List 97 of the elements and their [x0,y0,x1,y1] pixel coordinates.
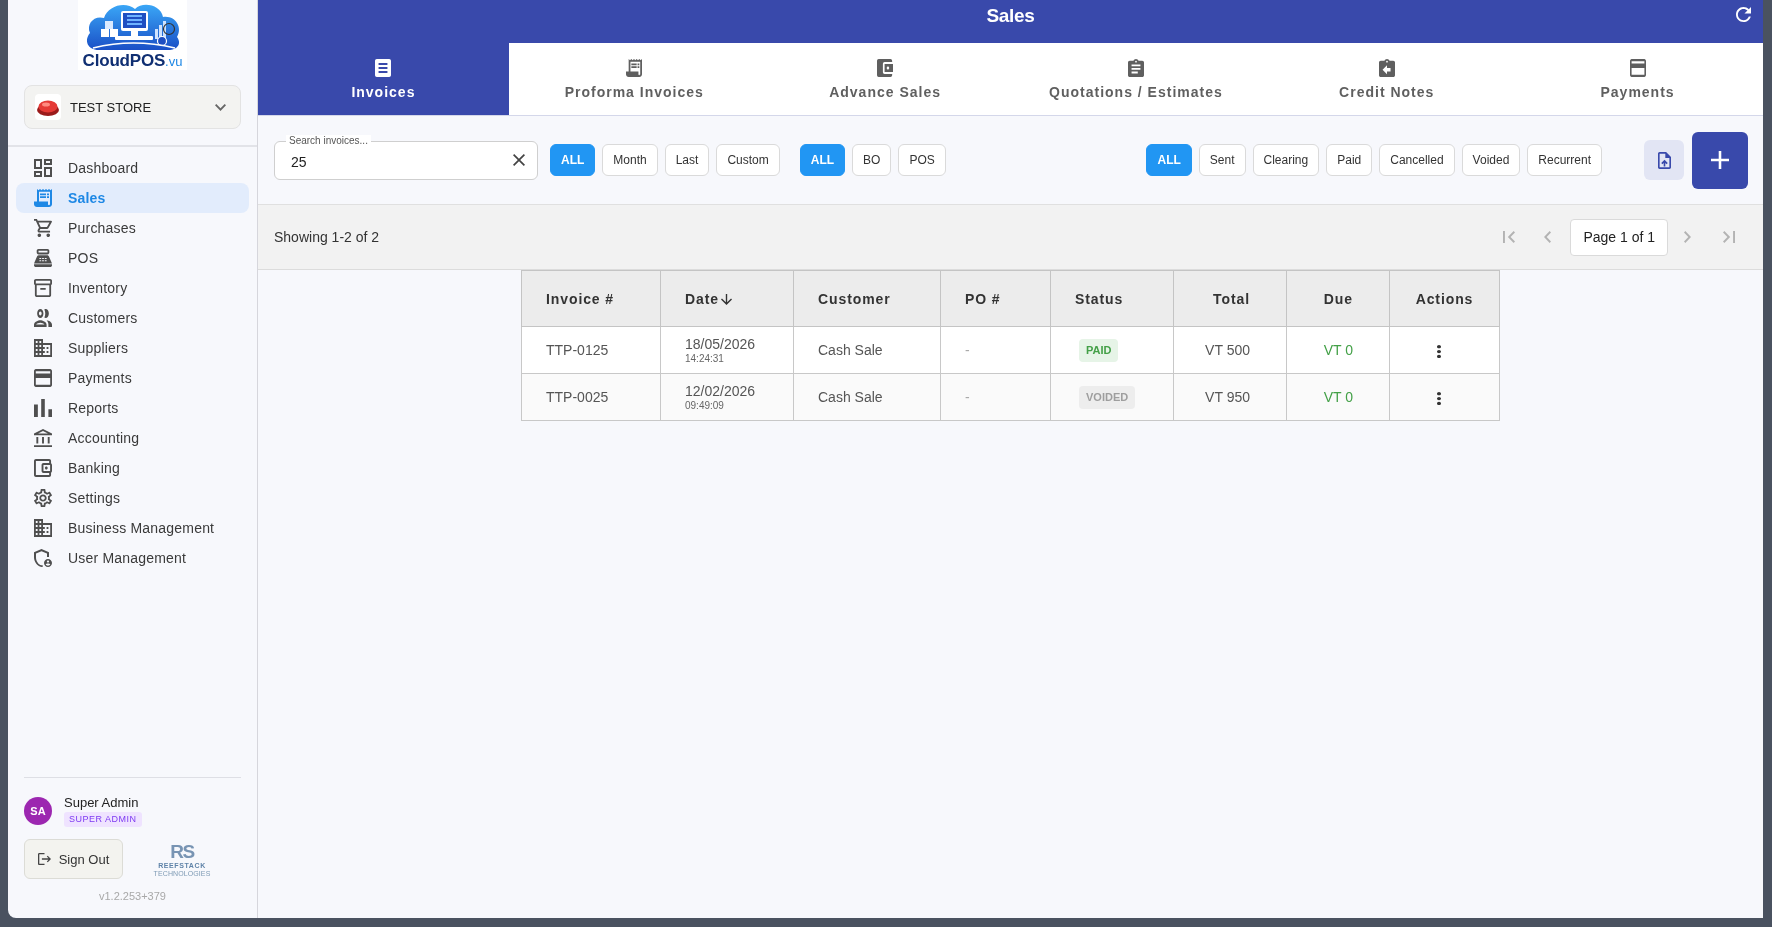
sidebar-item[interactable]: Banking [16,453,249,483]
sidebar-item[interactable]: Purchases [16,213,249,243]
add-button[interactable] [1692,131,1748,189]
building-icon [34,519,52,537]
filter-chip[interactable]: Paid [1326,144,1373,176]
plus-icon [1711,151,1729,169]
filter-chip[interactable]: Cancelled [1379,144,1455,176]
user-avatar: SA [24,797,52,825]
table-cell: TTP-0025 [521,373,661,421]
credit-card-icon [1629,59,1646,77]
filter-chip[interactable]: BO [852,144,892,176]
settings-icon [34,489,52,507]
receipt-icon [34,189,52,207]
tab[interactable]: Invoices [258,43,509,115]
receipt-icon [626,59,643,77]
results-summary: Showing 1-2 of 2 [274,229,380,245]
sidebar-item[interactable]: Settings [16,483,249,513]
table-cell: VT 0 [1286,373,1390,421]
filter-chip[interactable]: Last [664,144,710,176]
sidebar-item[interactable]: User Management [16,543,249,573]
sign-out-button[interactable]: Sign Out [24,839,123,879]
logo-text: CloudPOS.vu [82,52,183,70]
filter-chip[interactable]: POS [898,144,946,176]
filter-chip[interactable]: Custom [716,144,780,176]
logo-monogram: RS [170,841,194,861]
user-name: Super Admin [64,795,139,811]
column-header[interactable]: Customer [793,270,941,327]
table-cell: Cash Sale [793,373,941,421]
column-header[interactable]: Actions [1389,270,1500,327]
shield-user-icon [34,549,52,567]
sidebar-item[interactable]: POS [16,243,249,273]
building-icon [34,339,52,357]
column-header[interactable]: PO # [940,270,1051,327]
table-cell: TTP-0125 [521,326,661,374]
sidebar-item[interactable]: Customers [16,303,249,333]
document-icon [375,59,392,77]
filter-chip[interactable]: Clearing [1252,144,1320,176]
table-cell: Cash Sale [793,326,941,374]
column-header[interactable]: Invoice # [521,270,661,327]
wallet-icon [34,459,52,477]
sidebar-item[interactable]: Suppliers [16,333,249,363]
sidebar-item[interactable]: Reports [16,393,249,423]
table-cell: VT 500 [1173,326,1287,374]
archive-box-icon [34,279,52,297]
chevron-down-icon [215,103,226,111]
page-title: Sales [986,5,1035,27]
tab[interactable]: Quotations / Estimates [1010,43,1262,115]
file-upload-icon [1657,151,1671,169]
bar-chart-icon [34,399,52,417]
version-text: v1.2.253+379 [98,890,167,902]
time-text: 14:24:31 [685,352,725,365]
time-text: 09:49:09 [685,399,725,412]
store-selector[interactable]: TEST STORE [24,85,241,129]
filter-chip[interactable]: Voided [1461,144,1521,176]
logout-icon [37,853,51,865]
credit-card-icon [34,369,52,387]
tab[interactable]: Credit Notes [1261,43,1513,115]
sidebar-item[interactable]: Business Management [16,513,249,543]
date-text: 18/05/2026 [685,335,757,353]
status-badge: VOIDED [1079,385,1136,409]
store-logo-icon [35,94,61,120]
clipboard-icon [1127,59,1144,77]
filter-chip[interactable]: Recurrent [1527,144,1602,176]
date-text: 12/02/2026 [685,382,757,400]
table-cell: VT 950 [1173,373,1287,421]
clear-icon[interactable] [513,153,525,166]
tab[interactable]: Payments [1512,43,1763,115]
column-header[interactable]: Due [1286,270,1390,327]
sidebar-item[interactable]: Accounting [16,423,249,453]
table-cell: - [940,326,1051,374]
tab[interactable]: Proforma Invoices [508,43,760,115]
sidebar-item[interactable]: Payments [16,363,249,393]
filter-chip[interactable]: Sent [1198,144,1246,176]
sidebar-item[interactable]: Inventory [16,273,249,303]
column-header[interactable]: Total [1173,270,1287,327]
role-badge: SUPER ADMIN [64,812,142,827]
search-label: Search invoices... [286,134,371,146]
table-cell: VT 0 [1286,326,1390,374]
clipboard-arrow-icon [1378,59,1395,77]
page-indicator: Page 1 of 1 [1570,218,1668,256]
cash-register-icon [34,249,52,267]
more-icon[interactable] [1436,344,1441,358]
people-icon [34,309,52,327]
dashboard-icon [34,159,52,177]
status-badge: PAID [1079,338,1119,362]
column-header[interactable]: Date [660,270,794,327]
wallet-icon [877,59,894,77]
tab[interactable]: Advance Sales [759,43,1011,115]
bank-icon [34,429,52,447]
refresh-icon[interactable] [1736,7,1751,22]
cart-icon [34,219,52,237]
sidebar-item[interactable]: Dashboard [16,153,249,183]
filter-chip[interactable]: Month [602,144,658,176]
more-icon[interactable] [1436,391,1441,405]
export-button[interactable] [1644,140,1684,180]
table-cell: - [940,373,1051,421]
column-header[interactable]: Status [1050,270,1174,327]
